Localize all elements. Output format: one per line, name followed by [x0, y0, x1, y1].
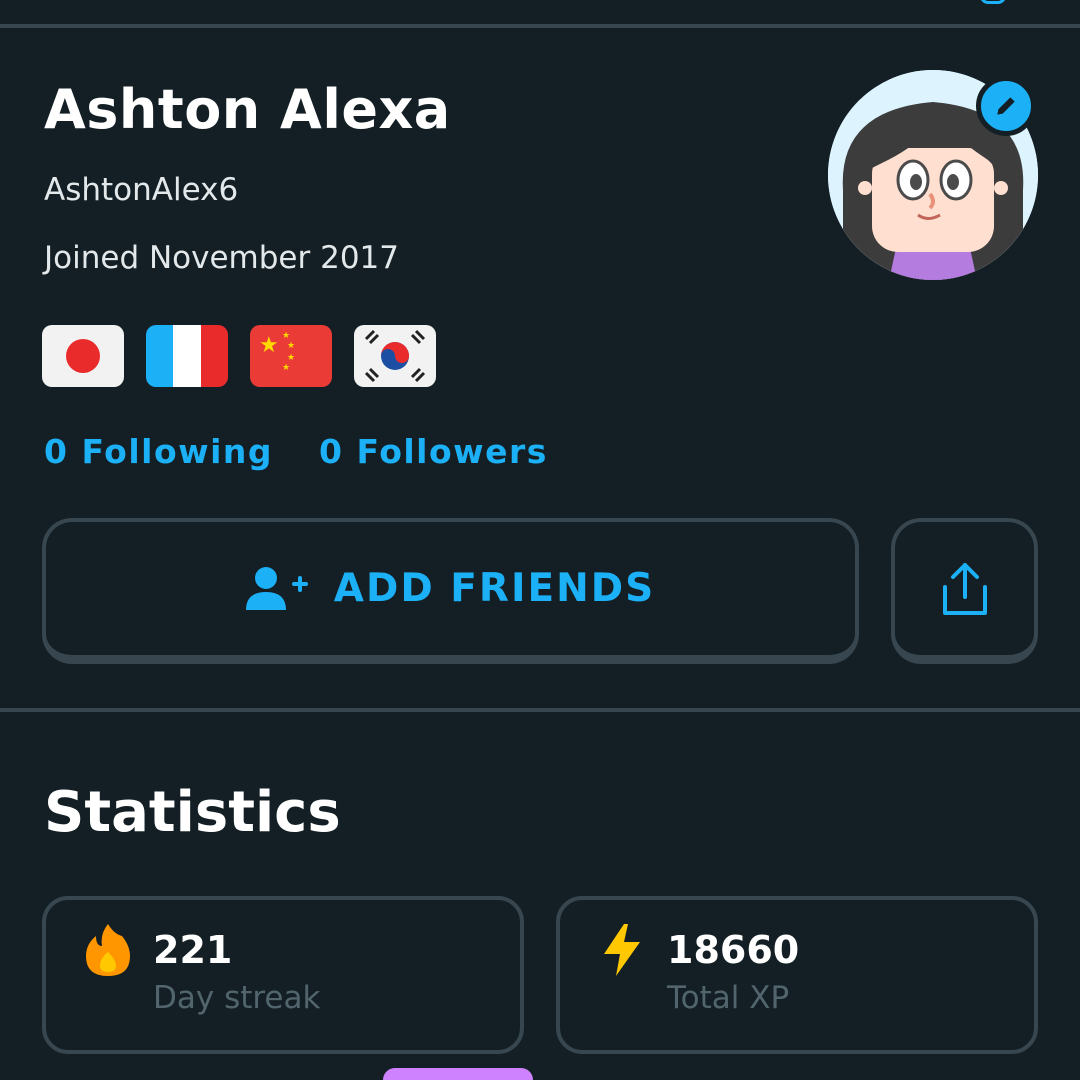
lightning-icon [604, 924, 640, 976]
share-icon [942, 562, 987, 615]
display-name: Ashton Alexa [44, 78, 451, 141]
fire-icon [86, 924, 130, 976]
username: AshtonAlex6 [44, 172, 239, 208]
edit-avatar-button[interactable] [976, 76, 1036, 136]
streak-value: 221 [153, 928, 233, 972]
xp-label: Total XP [667, 980, 790, 1016]
bottom-card-peek [383, 1068, 533, 1080]
xp-value: 18660 [667, 928, 800, 972]
section-divider [0, 708, 1080, 712]
following-link[interactable]: 0 Following [44, 432, 273, 471]
xp-card[interactable]: 18660 Total XP [556, 896, 1038, 1054]
add-friends-button[interactable]: ADD FRIENDS [42, 518, 859, 664]
france-flag-icon[interactable] [146, 325, 228, 387]
share-button[interactable] [891, 518, 1038, 664]
statistics-title: Statistics [44, 780, 341, 845]
follow-stats: 0 Following 0 Followers [44, 432, 548, 471]
course-flags: ★ ★ ★ ★ ★ [42, 325, 436, 387]
streak-card[interactable]: 221 Day streak [42, 896, 524, 1054]
top-divider [0, 24, 1080, 28]
joined-date: Joined November 2017 [44, 240, 399, 276]
streak-label: Day streak [153, 980, 321, 1016]
followers-link[interactable]: 0 Followers [319, 432, 548, 471]
add-person-icon [245, 566, 308, 610]
japan-flag-icon[interactable] [42, 325, 124, 387]
profile-screen: Ashton Alexa AshtonAlex6 Joined November… [0, 0, 1080, 1080]
add-friends-label: ADD FRIENDS [333, 566, 656, 611]
settings-icon[interactable] [980, 0, 1006, 4]
south-korea-flag-icon[interactable] [354, 325, 436, 387]
pencil-icon [997, 97, 1015, 115]
china-flag-icon[interactable]: ★ ★ ★ ★ ★ [250, 325, 332, 387]
